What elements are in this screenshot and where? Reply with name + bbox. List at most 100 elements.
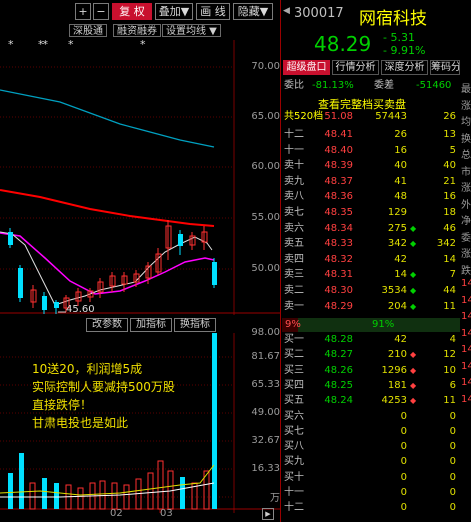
candles <box>8 220 217 314</box>
buy-level-row[interactable]: 买八 0 0 <box>282 440 458 453</box>
buy-level-row[interactable]: 十二 0 0 <box>282 501 458 514</box>
restore-rights-button[interactable]: 复 权 <box>112 3 152 20</box>
draw-line-button[interactable]: 画 线 <box>196 3 230 20</box>
level-label: 卖六 <box>284 222 304 234</box>
sell-level-row[interactable]: 卖七 48.35 129 18 <box>282 206 458 219</box>
tab-chip-analysis[interactable]: 筹码分析 <box>430 60 460 75</box>
change-indicator-button[interactable]: 换指标 <box>174 318 216 332</box>
sidebar-label: 14 <box>461 311 471 322</box>
level-volume: 204 <box>387 300 407 312</box>
level-count: 11 <box>443 300 456 312</box>
volume-axis-label: 32.67 <box>251 435 280 446</box>
level-label: 买二 <box>284 349 304 361</box>
sell-level-row[interactable]: 卖八 48.36 48 16 <box>282 190 458 203</box>
level-price: 48.29 <box>324 300 353 312</box>
level-count: 13 <box>443 129 456 140</box>
buy-level-row[interactable]: 买四 48.25 181 ◆ 6 <box>282 379 458 392</box>
price-axis-label: 55.00 <box>251 212 280 223</box>
sidebar-label: 涨 <box>461 100 471 112</box>
last-price: 48.29 <box>314 32 372 56</box>
chart-area[interactable]: + − 复 权 叠加▼ 画 线 隐藏▼ 深股通 融资融券 设置均线 ▼ * * … <box>0 0 280 522</box>
level-volume: 0 <box>400 456 407 468</box>
sell-level-row[interactable]: 卖三 48.31 14 ◆ 7 <box>282 268 458 281</box>
volume-axis-label: 98.00 <box>251 327 280 338</box>
buy-level-row[interactable]: 买三 48.26 1296 ◆ 10 <box>282 364 458 377</box>
level-count: 10 <box>443 364 456 376</box>
level-price: 48.34 <box>324 222 353 234</box>
sell-level-row[interactable]: 十一 48.40 16 5 <box>282 144 458 157</box>
zoom-in-button[interactable]: + <box>75 3 91 20</box>
level-volume: 129 <box>387 207 407 218</box>
overlay-dropdown[interactable]: 叠加▼ <box>155 3 193 20</box>
tab-margin-trading[interactable]: 融资融券 <box>113 24 161 37</box>
stock-code: 300017 <box>294 6 344 21</box>
sell-level-row[interactable]: 卖五 48.33 342 ◆ 342 <box>282 237 458 250</box>
sell-level-row[interactable]: 卖十 48.39 40 40 <box>282 159 458 172</box>
level-label: 卖四 <box>284 253 304 265</box>
level-label: 十一 <box>284 487 304 498</box>
sidebar-label: 委 <box>461 232 471 244</box>
tab-market-analysis[interactable]: 行情分析 <box>332 60 379 75</box>
edit-params-button[interactable]: 改参数 <box>86 318 128 332</box>
sidebar-label: 市 <box>461 166 471 178</box>
sell-level-row[interactable]: 卖一 48.29 204 ◆ 11 <box>282 300 458 313</box>
level-price: 48.36 <box>324 191 353 203</box>
diff-label: 委差 <box>374 80 394 91</box>
total-volume: 57443 <box>375 111 407 122</box>
buy-level-row[interactable]: 买六 0 0 <box>282 410 458 423</box>
level-volume: 42 <box>394 334 407 345</box>
level-count: 12 <box>443 349 456 361</box>
ma-line-red <box>0 189 215 227</box>
buy-level-row[interactable]: 十一 0 0 <box>282 486 458 499</box>
level-volume: 210 <box>387 349 407 361</box>
level-volume: 1296 <box>381 364 407 376</box>
level-count: 4 <box>449 334 456 345</box>
tab-super-book[interactable]: 超级盘口 <box>283 60 330 75</box>
tab-depth-analysis[interactable]: 深度分析 <box>381 60 428 75</box>
buy-level-row[interactable]: 买九 0 0 <box>282 455 458 468</box>
level-label: 买四 <box>284 379 304 391</box>
hide-dropdown[interactable]: 隐藏▼ <box>233 3 273 20</box>
level-volume: 0 <box>400 425 407 437</box>
level-volume: 0 <box>400 487 407 498</box>
tab-sgt[interactable]: 深股通 <box>69 24 107 37</box>
sell-level-row[interactable]: 卖四 48.32 42 14 <box>282 253 458 266</box>
price-change-pct: - 9.91% <box>383 44 426 57</box>
level-volume: 3534 <box>381 285 407 296</box>
level-label: 卖九 <box>284 175 304 187</box>
level-volume: 41 <box>394 175 407 187</box>
buy-level-row[interactable]: 买二 48.27 210 ◆ 12 <box>282 348 458 361</box>
buy-level-row[interactable]: 买七 0 0 <box>282 425 458 438</box>
buy-level-row[interactable]: 买一 48.28 42 4 <box>282 333 458 346</box>
level-label: 买一 <box>284 334 304 345</box>
order-ratio-row: 委比 -81.13% 委差 -51460 <box>282 79 458 92</box>
sell-level-row[interactable]: 十二 48.41 26 13 <box>282 128 458 141</box>
level-label: 买七 <box>284 425 304 437</box>
zoom-out-button[interactable]: − <box>93 3 109 20</box>
level-count: 46 <box>443 222 456 234</box>
level-count: 44 <box>443 285 456 296</box>
buy-sell-ratio-bar: 9% 91% <box>282 318 460 332</box>
level-label: 卖二 <box>284 285 304 296</box>
sidebar-label: 总 <box>461 150 471 161</box>
change-indicator-icon: ◆ <box>410 286 417 295</box>
sell-level-row[interactable]: 卖六 48.34 275 ◆ 46 <box>282 222 458 235</box>
level-label: 买九 <box>284 456 304 468</box>
sell-level-row[interactable]: 卖二 48.30 3534 ◆ 44 <box>282 284 458 297</box>
level-label: 卖三 <box>284 269 304 281</box>
ma-settings-dropdown[interactable]: 设置均线 ▼ <box>162 24 221 37</box>
level-price: 48.26 <box>324 364 353 376</box>
level-volume: 48 <box>394 191 407 203</box>
add-indicator-button[interactable]: 加指标 <box>130 318 172 332</box>
date-label: 03 <box>160 508 173 519</box>
level-count: 0 <box>449 441 456 453</box>
level-label: 十一 <box>284 144 304 156</box>
sell-level-row[interactable]: 卖九 48.37 41 21 <box>282 175 458 188</box>
volume-unit-label: 万 <box>270 493 280 504</box>
level-price: 48.28 <box>324 334 353 345</box>
buy-level-row[interactable]: 买五 48.24 4253 ◆ 11 <box>282 394 458 407</box>
prev-stock-icon[interactable]: ◀ <box>283 6 290 16</box>
buy-level-row[interactable]: 买十 0 0 <box>282 471 458 484</box>
scroll-right-button[interactable]: ▶ <box>262 508 274 520</box>
level-count: 0 <box>449 425 456 437</box>
